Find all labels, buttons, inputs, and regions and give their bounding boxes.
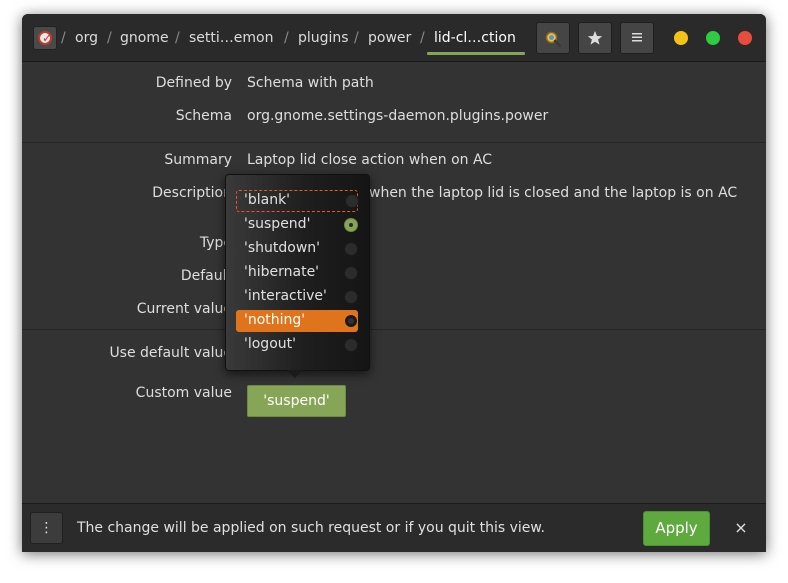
option-suspend[interactable]: 'suspend' xyxy=(236,214,358,236)
breadcrumb-separator: / xyxy=(107,30,112,46)
option-shutdown[interactable]: 'shutdown' xyxy=(236,238,358,260)
option-interactive[interactable]: 'interactive' xyxy=(236,286,358,308)
divider xyxy=(22,329,766,330)
type-label: Type xyxy=(199,235,232,251)
divider xyxy=(22,142,766,143)
schema-label: Schema xyxy=(175,108,232,124)
bookmark-button[interactable] xyxy=(578,22,612,54)
default-label: Default xyxy=(180,268,232,284)
option-blank[interactable]: 'blank' xyxy=(236,190,359,212)
active-crumb-indicator xyxy=(427,52,525,55)
breadcrumb-settings-daemon[interactable]: setti…emon xyxy=(189,28,273,48)
current-value-label: Current value xyxy=(136,301,232,317)
more-options-button[interactable]: ⋮ xyxy=(30,512,63,544)
defined-by-value: Schema with path xyxy=(247,75,374,91)
maximize-button[interactable] xyxy=(706,31,720,45)
option-label: 'shutdown' xyxy=(244,240,321,256)
radio-indicator xyxy=(344,266,358,280)
breadcrumb-lid-close-action[interactable]: lid-cl…ction xyxy=(434,28,516,48)
breadcrumb-separator: / xyxy=(284,30,289,46)
radio-indicator xyxy=(344,242,358,256)
app-icon: ✓ xyxy=(33,26,57,50)
star-icon xyxy=(587,31,603,45)
breadcrumb-org[interactable]: org xyxy=(75,28,98,48)
option-label: 'logout' xyxy=(244,336,296,352)
custom-value-label: Custom value xyxy=(135,385,232,401)
custom-value-button[interactable]: 'suspend' xyxy=(247,385,346,417)
minimize-button[interactable] xyxy=(674,31,688,45)
defined-by-label: Defined by xyxy=(155,75,232,91)
breadcrumb-gnome[interactable]: gnome xyxy=(120,28,169,48)
description-label: Description xyxy=(152,185,232,201)
search-button[interactable] xyxy=(536,22,570,54)
apply-button[interactable]: Apply xyxy=(643,511,710,546)
schema-value: org.gnome.settings-daemon.plugins.power xyxy=(247,108,549,124)
dismiss-button[interactable]: × xyxy=(731,517,751,539)
breadcrumb-power[interactable]: power xyxy=(368,28,411,48)
option-label: 'interactive' xyxy=(244,288,327,304)
hamburger-icon xyxy=(632,33,642,42)
summary-value: Laptop lid close action when on AC xyxy=(247,152,493,168)
option-label: 'suspend' xyxy=(244,216,311,232)
option-label: 'nothing' xyxy=(244,312,306,328)
breadcrumb-separator: / xyxy=(420,30,425,46)
key-properties: Defined by Schema with path Schema org.g… xyxy=(22,63,766,503)
option-label: 'blank' xyxy=(244,192,291,208)
radio-indicator xyxy=(344,338,358,352)
breadcrumb-separator: / xyxy=(354,30,359,46)
radio-indicator xyxy=(344,218,358,232)
breadcrumb-separator: / xyxy=(175,30,180,46)
radio-indicator xyxy=(345,194,359,208)
option-nothing[interactable]: 'nothing' xyxy=(236,310,358,332)
popover-arrow xyxy=(287,370,303,378)
custom-value-popover: 'blank' 'suspend' 'shutdown' 'hibernate'… xyxy=(225,174,370,371)
radio-indicator xyxy=(344,314,358,328)
option-hibernate[interactable]: 'hibernate' xyxy=(236,262,358,284)
summary-label: Summary xyxy=(164,152,232,168)
search-icon xyxy=(545,31,562,48)
breadcrumb-separator: / xyxy=(61,30,66,46)
use-default-value-label: Use default value xyxy=(109,345,232,361)
pending-change-message: The change will be applied on such reque… xyxy=(77,520,546,536)
radio-indicator xyxy=(344,290,358,304)
header-bar: ✓ / org / gnome / setti…emon / plugins /… xyxy=(22,14,766,62)
breadcrumb-plugins[interactable]: plugins xyxy=(298,28,349,48)
description-value: when the laptop lid is closed and the la… xyxy=(369,185,738,201)
option-logout[interactable]: 'logout' xyxy=(236,334,358,356)
option-label: 'hibernate' xyxy=(244,264,320,280)
main-menu-button[interactable] xyxy=(620,22,654,54)
close-window-button[interactable] xyxy=(738,31,752,45)
dconf-editor-window: ✓ / org / gnome / setti…emon / plugins /… xyxy=(22,14,766,552)
pending-change-bar: ⋮ The change will be applied on such req… xyxy=(22,503,766,552)
